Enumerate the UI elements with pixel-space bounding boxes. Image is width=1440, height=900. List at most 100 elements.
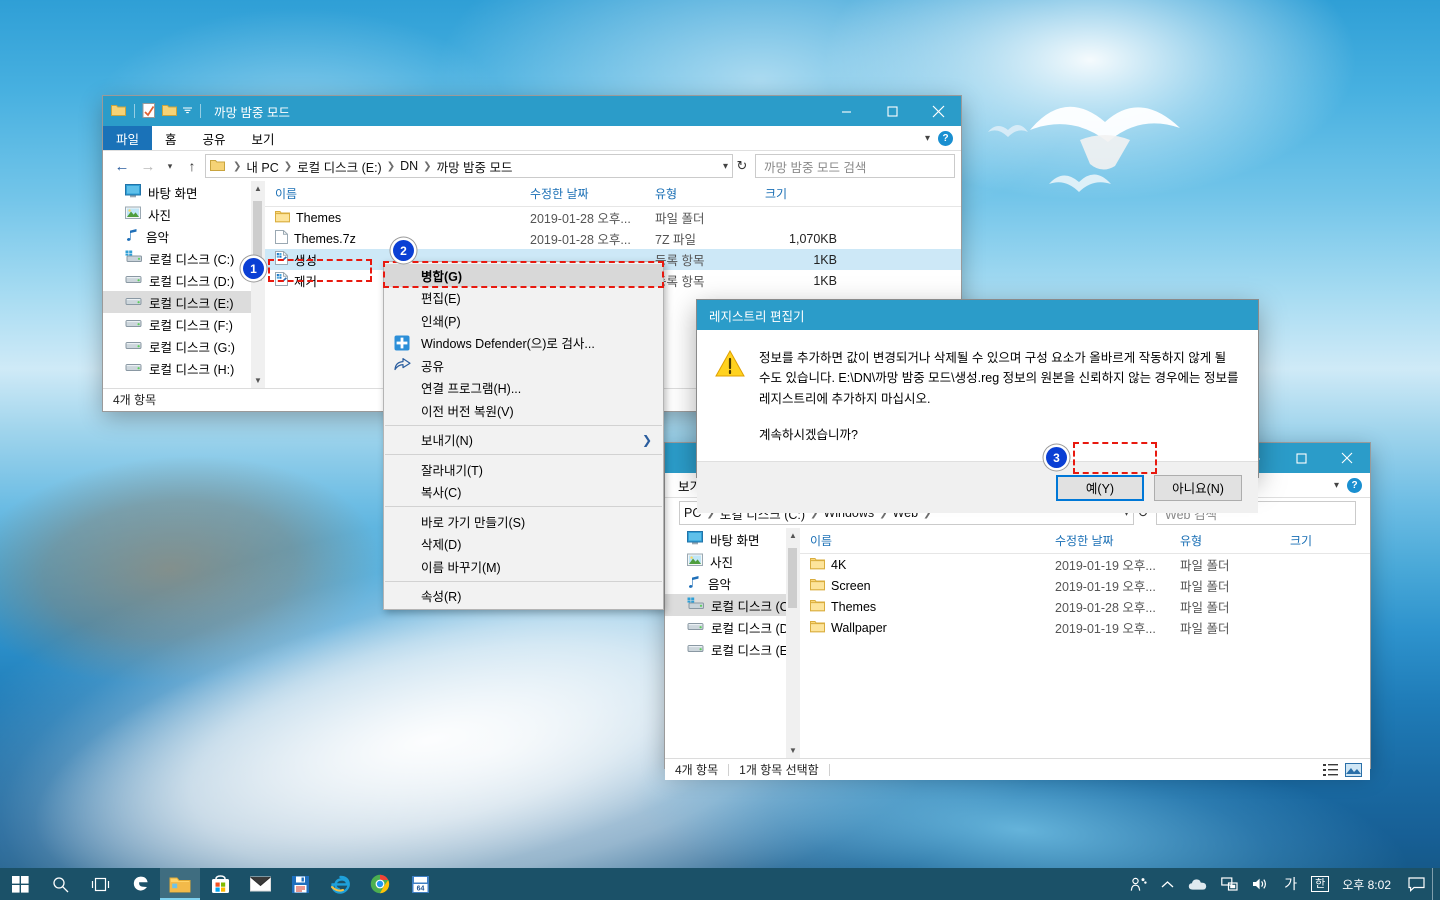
sidebar-item-1[interactable]: 사진 [103, 203, 265, 225]
file-name-cell[interactable]: 4K [800, 557, 1045, 573]
tab-share[interactable]: 공유 [190, 126, 239, 150]
close-button[interactable] [1324, 443, 1370, 473]
context-menu-items[interactable]: 병합(G) 편집(E) 인쇄(P) Windows Defender(으)로 검사..… [384, 264, 663, 607]
sidebar-item-1[interactable]: 사진 [665, 550, 800, 572]
show-desktop-button[interactable] [1432, 868, 1440, 900]
file-name-cell[interactable]: Themes [265, 210, 520, 226]
chevron-down-icon[interactable]: ▾ [1334, 480, 1339, 491]
back-button[interactable]: ← [109, 154, 135, 178]
window2-navigation-pane[interactable]: 바탕 화면 사진 음악 로컬 디스크 (C:) 로컬 디스크 (D:) 로컬 디스크 (E… [665, 528, 800, 758]
task-view-button[interactable] [80, 868, 120, 900]
column-type[interactable]: 유형 [1170, 532, 1280, 549]
window2-nav-scrollbar[interactable]: ▲ ▼ [786, 528, 800, 758]
start-button[interactable] [0, 868, 40, 900]
column-size[interactable]: 크기 [1280, 532, 1370, 549]
column-size[interactable]: 크기 [755, 185, 855, 202]
file-context-menu[interactable]: 병합(G) 편집(E) 인쇄(P) Windows Defender(으)로 검사..… [383, 261, 664, 610]
menu-item-12[interactable]: 이름 바꾸기(M) [384, 555, 663, 578]
menu-item-11[interactable]: 삭제(D) [384, 533, 663, 556]
window1-ribbon-tabs[interactable]: 파일 홈 공유 보기 ▾ ? [103, 126, 961, 151]
file-name-cell[interactable]: Wallpaper [800, 620, 1045, 636]
sidebar-item-0[interactable]: 바탕 화면 [665, 528, 800, 550]
dialog-footer[interactable]: 예(Y) 아니요(N) [697, 461, 1258, 513]
sidebar-item-6[interactable]: 로컬 디스크 (F:) [103, 313, 265, 335]
menu-item-8[interactable]: 잘라내기(T) [384, 458, 663, 481]
scroll-up-icon[interactable]: ▲ [789, 528, 797, 543]
column-name[interactable]: 이름 [800, 532, 1045, 549]
menu-item-9[interactable]: 복사(C) [384, 481, 663, 504]
minimize-button[interactable] [823, 96, 869, 126]
scroll-down-icon[interactable]: ▼ [254, 373, 262, 388]
editor-taskbar-button[interactable] [280, 868, 320, 900]
scrollbar-thumb[interactable] [788, 548, 797, 608]
hex-editor-taskbar-button[interactable]: 64 [400, 868, 440, 900]
table-row[interactable]: Themes.7z 2019-01-28 오후... 7Z 파일 1,070KB [265, 228, 961, 249]
maximize-button[interactable] [869, 96, 915, 126]
table-row[interactable]: Screen 2019-01-19 오후... 파일 폴더 [800, 575, 1370, 596]
new-folder-icon[interactable] [162, 103, 178, 119]
window1-nav-list[interactable]: 바탕 화면 사진 음악 로컬 디스크 (C:) 로컬 디스크 (D:) 로컬 디스크 (E… [103, 181, 265, 379]
column-date[interactable]: 수정한 날짜 [1045, 532, 1170, 549]
help-icon[interactable]: ? [938, 130, 953, 146]
onedrive-tray-icon[interactable] [1181, 868, 1214, 900]
menu-item-4[interactable]: 공유 [384, 354, 663, 377]
mail-taskbar-button[interactable] [240, 868, 280, 900]
window1-address-row[interactable]: ← → ▾ ↑ ❯ 내 PC ❯ 로컬 디스크 (E:) ❯ DN ❯ 까망 밤… [103, 151, 961, 181]
menu-item-2[interactable]: 인쇄(P) [384, 309, 663, 332]
store-taskbar-button[interactable] [200, 868, 240, 900]
window1-search-input[interactable]: 까망 밤중 모드 검색 [755, 154, 955, 178]
show-hidden-icons-button[interactable] [1154, 868, 1181, 900]
up-button[interactable]: ↑ [179, 154, 205, 178]
table-row[interactable]: 4K 2019-01-19 오후... 파일 폴더 [800, 554, 1370, 575]
column-date[interactable]: 수정한 날짜 [520, 185, 645, 202]
dialog-title-bar[interactable]: 레지스트리 편집기 [697, 300, 1258, 330]
column-name[interactable]: 이름 [265, 185, 520, 202]
window2-view-buttons[interactable] [1323, 762, 1370, 777]
sidebar-item-3[interactable]: 로컬 디스크 (C:) [103, 247, 265, 269]
scroll-up-icon[interactable]: ▲ [254, 181, 262, 196]
window1-address-bar[interactable]: ❯ 내 PC ❯ 로컬 디스크 (E:) ❯ DN ❯ 까망 밤중 모드 ▾ [205, 154, 733, 178]
chevron-down-icon[interactable]: ▾ [925, 133, 930, 144]
sidebar-item-5[interactable]: 로컬 디스크 (E:) [103, 291, 265, 313]
breadcrumb-my-pc[interactable]: 내 PC [246, 157, 278, 176]
table-row[interactable]: Themes 2019-01-28 오후... 파일 폴더 [800, 596, 1370, 617]
file-explorer-taskbar-button[interactable] [160, 868, 200, 900]
internet-explorer-taskbar-button[interactable] [320, 868, 360, 900]
window2-nav-list[interactable]: 바탕 화면 사진 음악 로컬 디스크 (C:) 로컬 디스크 (D:) 로컬 디스크 (E… [665, 528, 800, 660]
taskbar-clock[interactable]: 오후 8:02 [1336, 876, 1401, 893]
table-row[interactable]: Wallpaper 2019-01-19 오후... 파일 폴더 [800, 617, 1370, 638]
file-name-cell[interactable]: Themes [800, 599, 1045, 615]
table-row[interactable]: Themes 2019-01-28 오후... 파일 폴더 [265, 207, 961, 228]
people-tray-icon[interactable] [1123, 868, 1154, 900]
menu-item-10[interactable]: 바로 가기 만들기(S) [384, 510, 663, 533]
chrome-taskbar-button[interactable] [360, 868, 400, 900]
file-name-cell[interactable]: Screen [800, 578, 1045, 594]
window1-navigation-pane[interactable]: 바탕 화면 사진 음악 로컬 디스크 (C:) 로컬 디스크 (D:) 로컬 디스크 (E… [103, 181, 265, 388]
recent-locations-icon[interactable]: ▾ [161, 154, 179, 178]
menu-item-3[interactable]: Windows Defender(으)로 검사... [384, 332, 663, 355]
address-dropdown-icon[interactable]: ▾ [723, 161, 728, 172]
window2-file-pane[interactable]: 이름 수정한 날짜 유형 크기 4K 2019-01-19 오후... 파일 폴더 S… [800, 528, 1370, 758]
breadcrumb-e-drive[interactable]: 로컬 디스크 (E:) [297, 157, 382, 176]
window1-caption-buttons[interactable] [823, 96, 961, 126]
column-type[interactable]: 유형 [645, 185, 755, 202]
search-button[interactable] [40, 868, 80, 900]
folder-icon[interactable] [111, 103, 127, 119]
menu-item-5[interactable]: 연결 프로그램(H)... [384, 377, 663, 400]
window1-ribbon-right[interactable]: ▾ ? [925, 126, 961, 150]
sidebar-item-2[interactable]: 음악 [103, 225, 265, 247]
menu-item-0[interactable]: 병합(G) [384, 264, 663, 287]
menu-item-6[interactable]: 이전 버전 복원(V) [384, 399, 663, 422]
menu-item-7[interactable]: 보내기(N) ❯ [384, 429, 663, 452]
ime-korean-icon[interactable]: 한 [1304, 868, 1336, 900]
maximize-button[interactable] [1278, 443, 1324, 473]
scroll-down-icon[interactable]: ▼ [789, 743, 797, 758]
window1-column-headers[interactable]: 이름 수정한 날짜 유형 크기 [265, 181, 961, 207]
close-button[interactable] [915, 96, 961, 126]
chevron-down-icon[interactable] [182, 103, 193, 119]
forward-button[interactable]: → [135, 154, 161, 178]
file-name-cell[interactable]: Themes.7z [265, 230, 520, 247]
sidebar-item-0[interactable]: 바탕 화면 [103, 181, 265, 203]
window2-ribbon-right[interactable]: ▾ ? [1334, 473, 1370, 497]
tab-view[interactable]: 보기 [239, 126, 288, 150]
